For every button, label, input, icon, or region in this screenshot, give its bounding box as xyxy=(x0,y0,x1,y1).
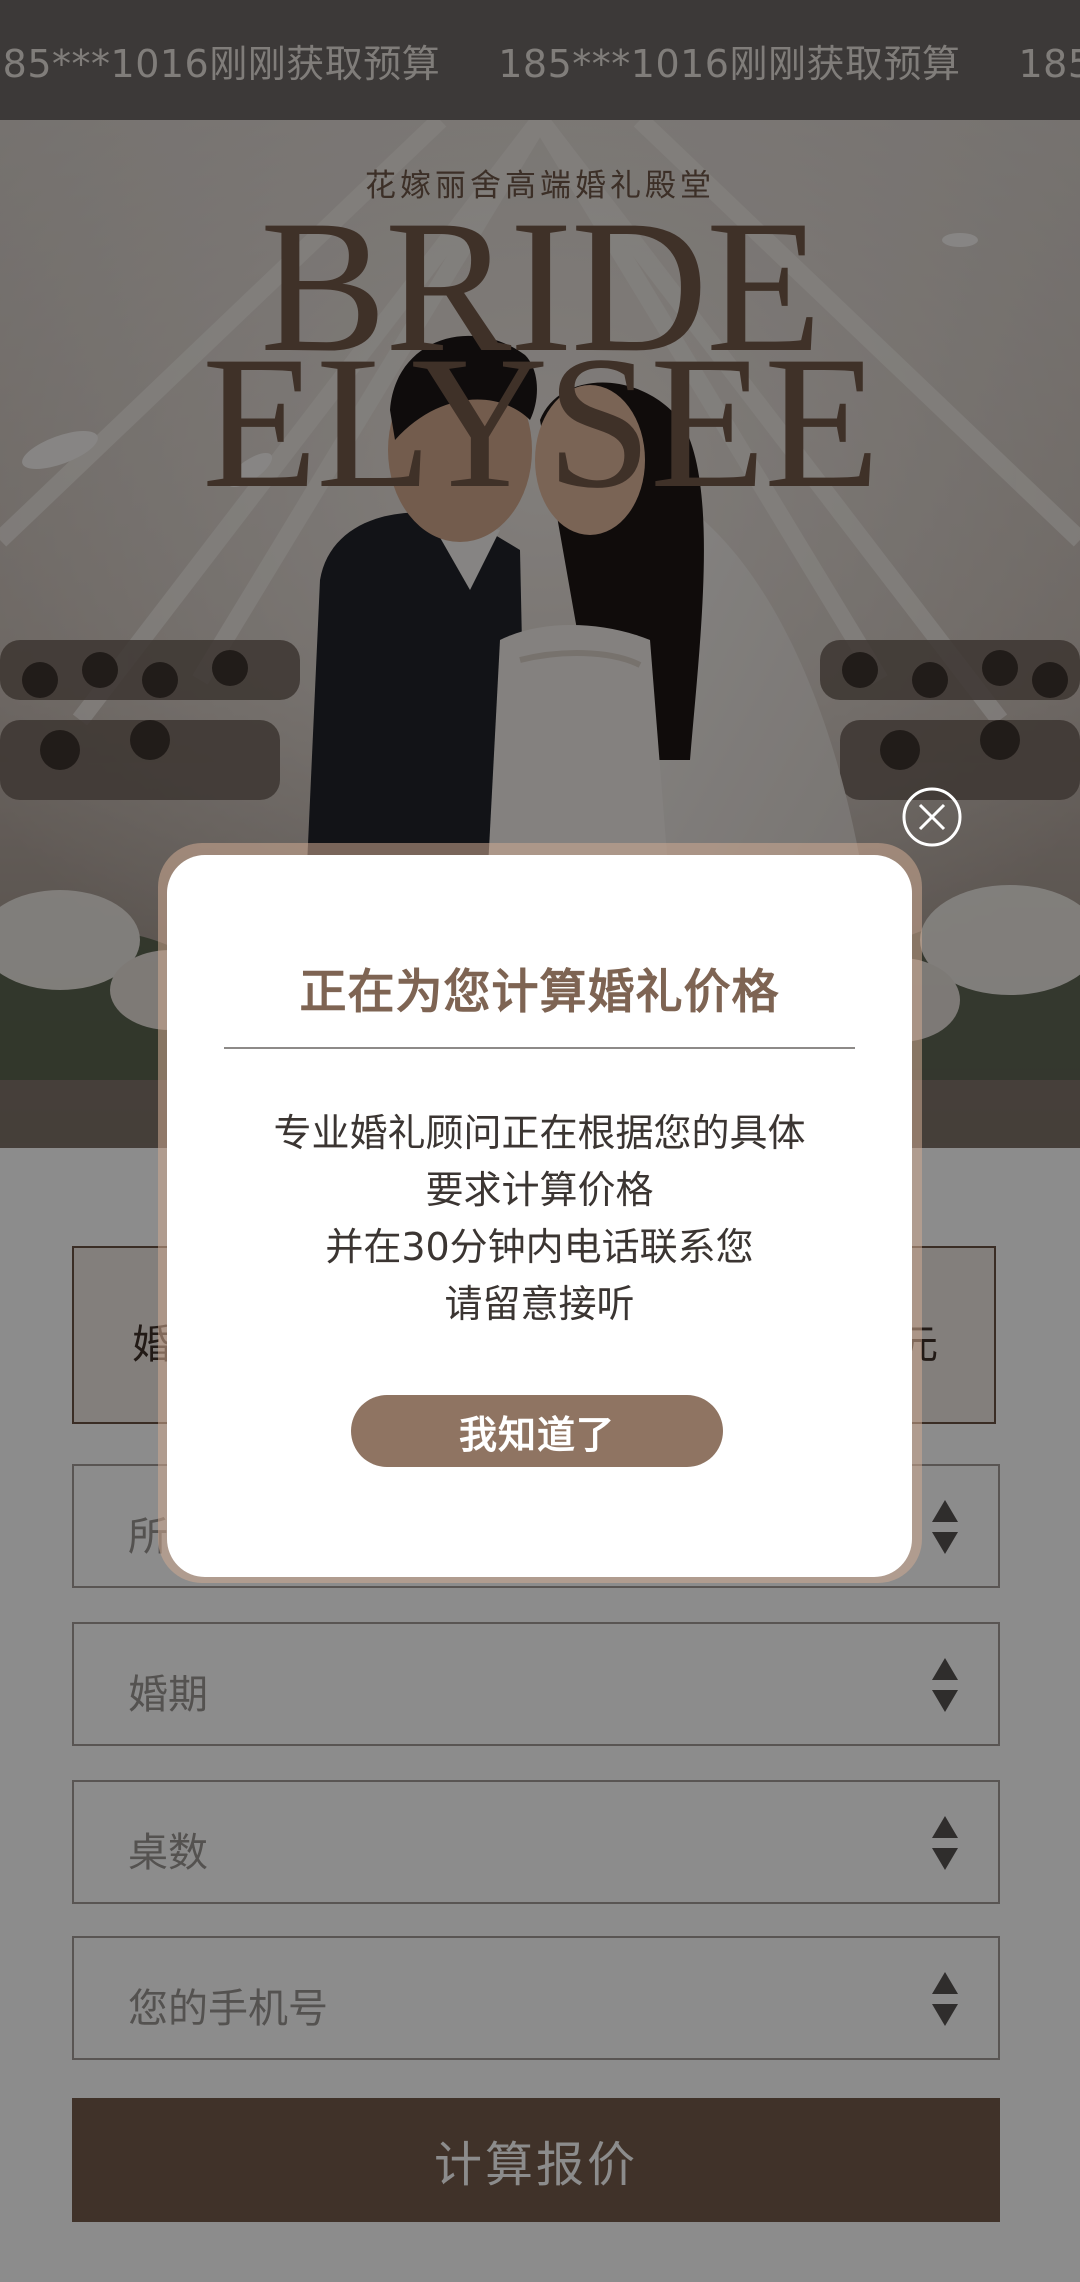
dialog-message-line: 请留意接听 xyxy=(444,1282,635,1326)
dialog-title: 正在为您计算婚礼价格 xyxy=(299,965,780,1020)
close-circle-icon[interactable] xyxy=(902,787,962,847)
dialog-message: 专业婚礼顾问正在根据您的具体 要求计算价格 并在30分钟内电话联系您 请留意接听 xyxy=(167,1105,912,1333)
dialog-message-line: 要求计算价格 xyxy=(425,1168,654,1212)
dialog-divider xyxy=(224,1047,855,1049)
got-it-button[interactable]: 我知道了 xyxy=(351,1395,723,1467)
price-calculation-dialog: 正在为您计算婚礼价格 专业婚礼顾问正在根据您的具体 要求计算价格 并在30分钟内… xyxy=(167,855,912,1577)
dialog-message-line: 并在30分钟内电话联系您 xyxy=(325,1225,754,1269)
dialog-message-line: 专业婚礼顾问正在根据您的具体 xyxy=(273,1111,806,1155)
